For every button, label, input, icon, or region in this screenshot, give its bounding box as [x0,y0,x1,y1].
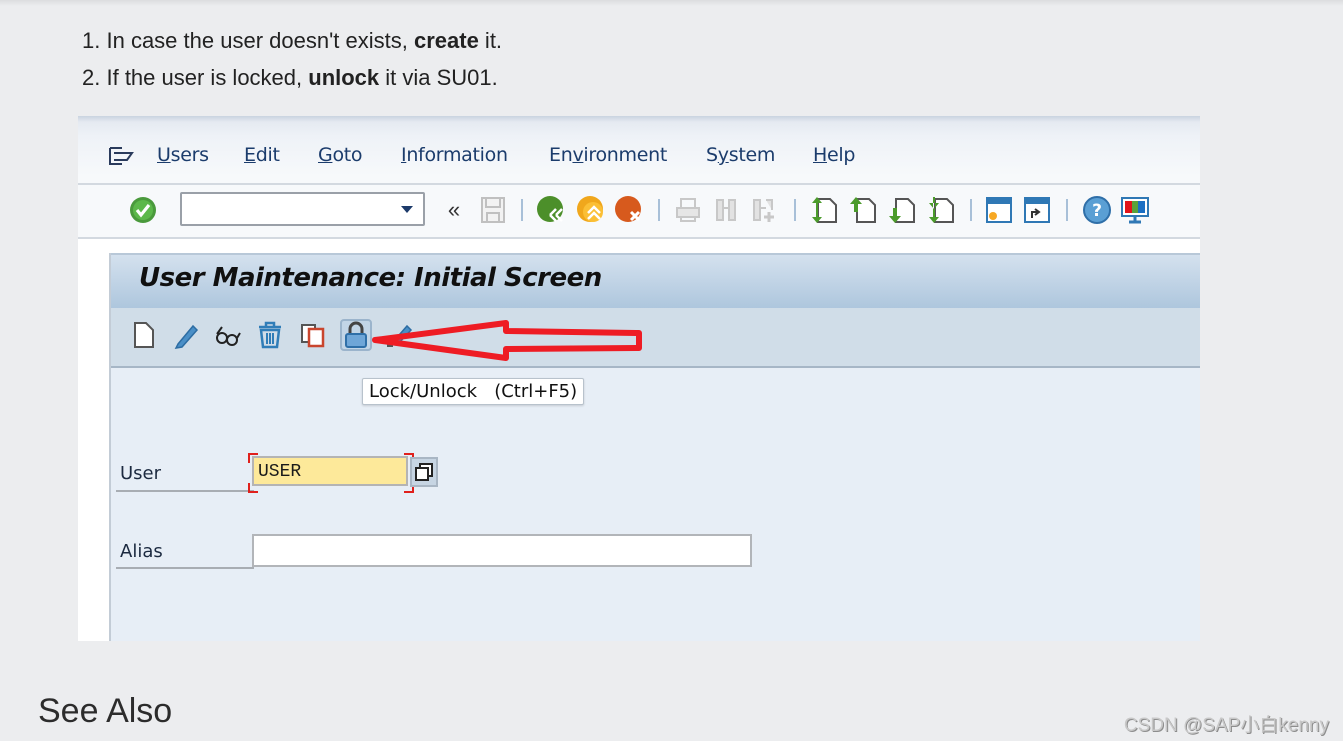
menu-goto[interactable]: Goto [318,144,363,166]
first-page-icon [812,197,837,223]
command-dropdown-icon[interactable] [401,206,413,213]
save-icon [481,197,505,223]
user-input[interactable]: USER [252,456,408,486]
next-page-button[interactable] [887,195,917,225]
sap-screen-area: User Maintenance: Initial Screen Lock/Un… [78,239,1200,641]
first-page-button[interactable] [809,195,839,225]
cancel-button[interactable] [614,195,644,225]
menu-environment[interactable]: Environment [549,144,667,166]
csdn-watermark: CSDN @SAP小白kenny [1123,715,1329,736]
value-help-icon [415,463,433,481]
toolbar-separator [794,199,796,221]
user-label-underline [116,490,254,492]
exit-icon [577,196,603,222]
application-toolbar [111,308,1200,368]
change-icon [174,324,199,349]
generate-shortcut-button[interactable] [1022,195,1052,225]
copy-icon [301,324,325,348]
menu-help[interactable]: Help [813,144,855,166]
collapse-icon: « [447,197,461,222]
screen-frame: User Maintenance: Initial Screen Lock/Un… [109,253,1200,641]
save-button[interactable] [478,195,508,225]
exit-button[interactable] [576,195,606,225]
display-user-button[interactable] [213,320,243,350]
layout-menu-icon [1121,197,1149,224]
red-annotation-arrow [372,320,642,361]
required-bracket-icon [248,483,258,493]
user-label: User [120,463,162,484]
screen-title-bar: User Maintenance: Initial Screen [111,253,1200,310]
delete-user-button[interactable] [255,320,285,350]
page-top-shadow [0,0,1343,6]
lock-unlock-button[interactable] [340,319,372,351]
command-field[interactable] [180,192,425,226]
next-page-icon [889,198,915,223]
sap-menubar: Users Edit Goto Information Environment … [78,116,1200,185]
create-user-button[interactable] [129,320,159,350]
lock-unlock-tooltip: Lock/Unlock (Ctrl+F5) [362,378,585,405]
step-2: 2. If the user is locked, unlock it via … [82,65,498,90]
create-session-button[interactable] [984,195,1014,225]
help-icon: ? [1083,196,1111,224]
change-user-button[interactable] [172,320,202,350]
display-icon [216,326,241,346]
toolbar-separator [1066,199,1068,221]
last-page-icon [929,197,954,223]
toolbar-separator [521,199,523,221]
find-button[interactable] [711,195,741,225]
find-next-button[interactable] [749,195,779,225]
menu-edit[interactable]: Edit [244,144,280,166]
collapse-toolbar-button[interactable]: « [439,195,469,225]
create-emphasis: create [413,28,479,53]
back-icon [537,196,563,222]
create-session-icon [986,197,1012,223]
sap-screenshot: Users Edit Goto Information Environment … [78,116,1200,641]
instruction-steps: 1. In case the user doesn't exists, crea… [82,22,502,96]
find-next-icon [753,199,774,222]
step-1: 1. In case the user doesn't exists, crea… [82,28,503,53]
system-menu-icon[interactable] [108,146,134,166]
screen-title: User Maintenance: Initial Screen [139,263,602,293]
alias-label-underline [116,567,254,569]
find-icon [716,199,736,221]
menu-users[interactable]: Users [157,144,209,166]
toolbar-separator [658,199,660,221]
previous-page-button[interactable] [848,195,878,225]
create-icon [134,322,154,348]
sap-standard-toolbar: « ? [78,185,1200,239]
menu-system[interactable]: System [706,144,775,166]
back-button[interactable] [536,195,566,225]
alias-input[interactable] [252,534,752,567]
alias-label: Alias [120,541,163,562]
toolbar-separator [970,199,972,221]
copy-user-button[interactable] [298,320,328,350]
customize-layout-button[interactable] [1120,195,1150,225]
enter-icon [130,197,156,223]
enter-button[interactable] [128,195,158,225]
print-button[interactable] [673,195,703,225]
delete-icon [259,321,281,349]
menu-information[interactable]: Information [401,144,508,166]
svg-text:?: ? [1092,201,1102,221]
required-bracket-icon [248,453,258,463]
lock-unlock-icon [345,321,367,348]
help-button[interactable]: ? [1082,195,1112,225]
shortcut-icon [1024,197,1050,223]
print-icon [676,198,700,222]
last-page-button[interactable] [926,195,956,225]
previous-page-icon [850,197,876,223]
cancel-icon [615,196,641,222]
see-also-heading: See Also [38,692,173,730]
value-help-button[interactable] [410,457,438,487]
unlock-emphasis: unlock [308,65,380,90]
